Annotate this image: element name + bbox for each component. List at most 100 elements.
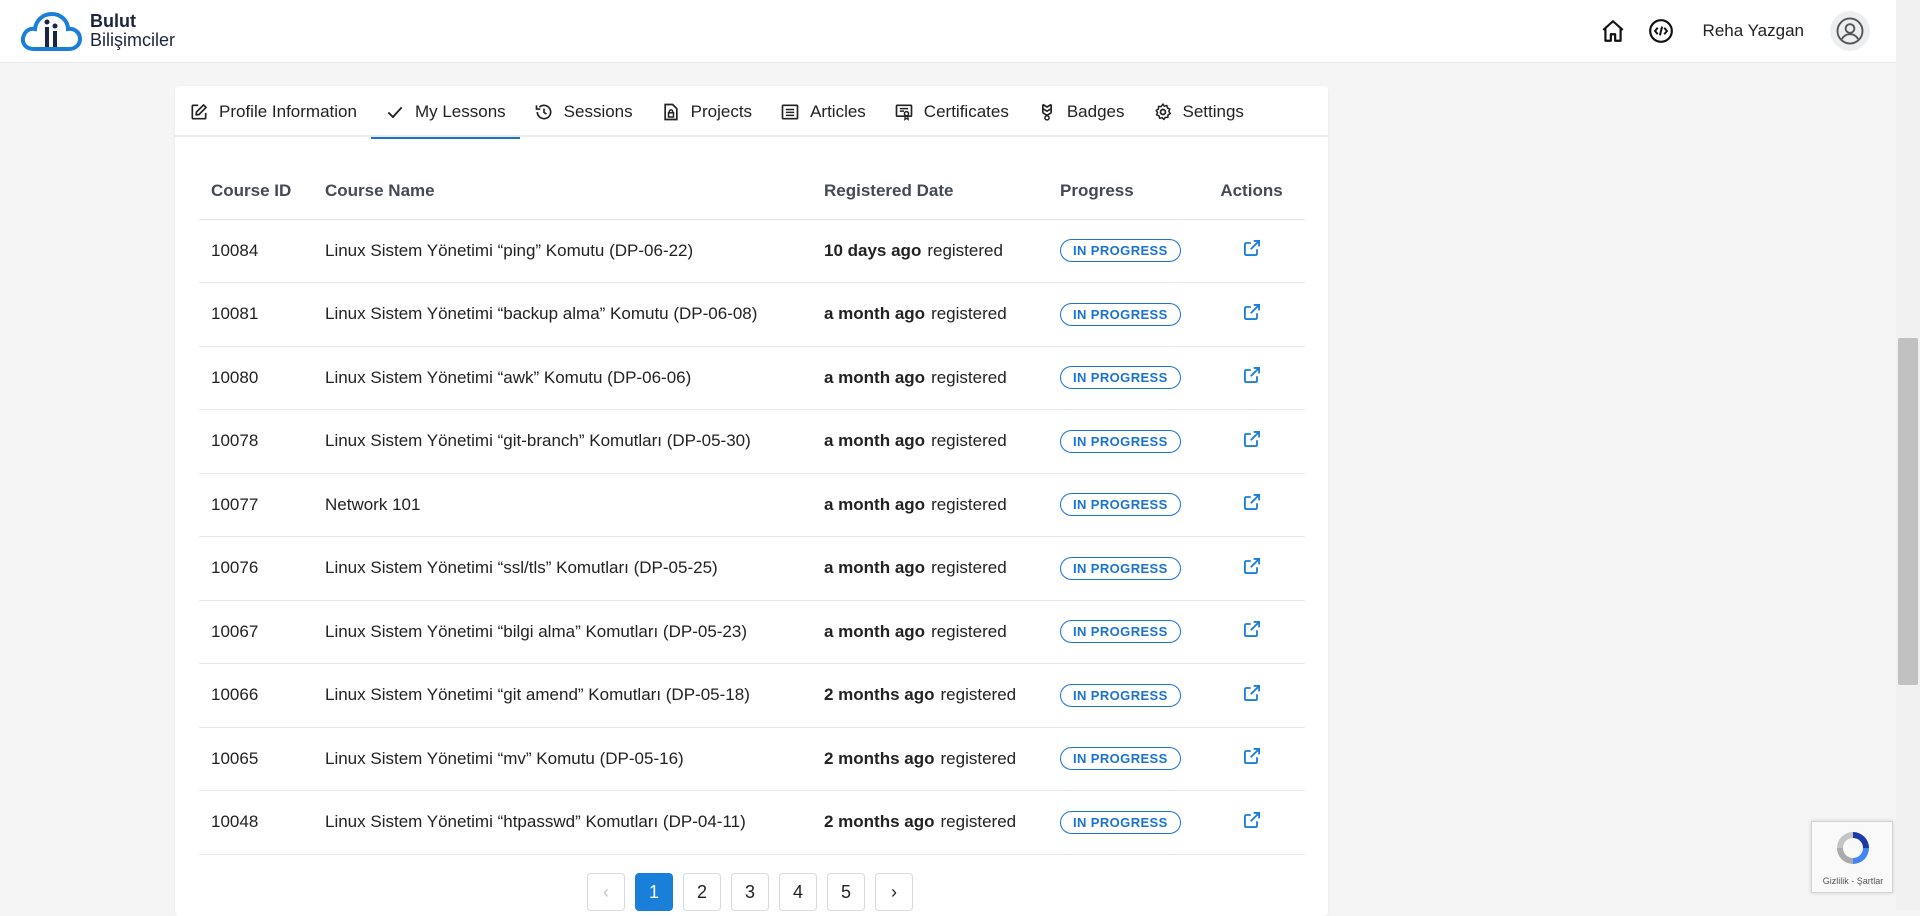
brand-logo[interactable]: Bulut Bilişimciler [18, 7, 175, 55]
course-id-cell: 10080 [199, 346, 313, 410]
open-course-button[interactable] [1242, 302, 1262, 322]
recaptcha-badge[interactable]: Gizlilik - Şartlar [1811, 821, 1893, 893]
badge-icon [1041, 103, 1052, 121]
tab-my-lessons[interactable]: My Lessons [370, 86, 520, 139]
actions-cell [1198, 473, 1305, 537]
course-id-cell: 10081 [199, 282, 313, 347]
open-course-button[interactable] [1242, 492, 1262, 512]
tab-certificates[interactable]: Certificates [880, 86, 1023, 137]
registered-date-cell: 2 months ago registered [812, 790, 1048, 855]
top-navbar: Bulut Bilişimciler Reha Yazgan [0, 0, 1896, 63]
table-row: 10048 Linux Sistem Yönetimi “htpasswd” Ko… [199, 790, 1305, 855]
actions-cell [1198, 790, 1305, 855]
status-badge: IN PROGRESS [1060, 683, 1181, 707]
progress-cell: IN PROGRESS [1048, 790, 1198, 855]
table-row: 10081 Linux Sistem Yönetimi “backup alma”… [199, 282, 1305, 347]
page-1-button[interactable]: 1 [635, 873, 673, 911]
status-badge: IN PROGRESS [1060, 239, 1181, 263]
course-name-cell: Linux Sistem Yönetimi “mv” Komutu (DP-05… [313, 727, 812, 791]
tab-profile-information[interactable]: Profile Information [175, 86, 371, 137]
profile-tabs: Profile Information My Lessons Sessions … [175, 86, 1328, 139]
course-name-cell: Linux Sistem Yönetimi “awk” Komutu (DP-0… [313, 346, 812, 410]
tab-settings[interactable]: Settings [1139, 86, 1258, 137]
folder-lock-icon [663, 103, 678, 120]
brand-name: Bulut Bilişimciler [90, 12, 175, 50]
page-4-button[interactable]: 4 [779, 873, 817, 911]
column-header-registered-date: Registered Date [812, 163, 1048, 220]
avatar[interactable] [1830, 11, 1870, 51]
status-badge: IN PROGRESS [1060, 747, 1181, 771]
recaptcha-terms-link[interactable]: Gizlilik - Şartlar [1812, 876, 1894, 886]
registered-suffix: registered [931, 558, 1007, 578]
tab-badges[interactable]: Badges [1023, 86, 1139, 137]
pagination-prev-button[interactable]: ‹ [587, 873, 625, 911]
tab-sessions[interactable]: Sessions [520, 86, 647, 137]
pagination-next-button[interactable]: › [875, 873, 913, 911]
tab-label: Articles [810, 101, 866, 121]
registered-date-value: 2 months ago [824, 812, 935, 832]
registered-suffix: registered [931, 431, 1007, 451]
actions-cell [1198, 346, 1305, 410]
code-icon[interactable] [1647, 17, 1675, 45]
list-icon [781, 104, 799, 119]
tab-articles[interactable]: Articles [766, 86, 880, 137]
edit-icon [191, 103, 207, 119]
page-2-button[interactable]: 2 [683, 873, 721, 911]
actions-cell [1198, 600, 1305, 664]
registered-date-cell: a month ago registered [812, 600, 1048, 664]
open-course-button[interactable] [1242, 810, 1262, 830]
navbar-actions: Reha Yazgan [1599, 8, 1896, 54]
course-id-cell: 10076 [199, 536, 313, 601]
column-header-progress: Progress [1048, 163, 1198, 220]
external-link-icon [1243, 684, 1260, 701]
registered-date-cell: a month ago registered [812, 536, 1048, 601]
registered-suffix: registered [931, 367, 1007, 387]
cloud-logo-icon [20, 11, 83, 51]
course-name-cell: Linux Sistem Yönetimi “git amend” Komutl… [313, 663, 812, 728]
tab-label: Certificates [923, 101, 1009, 121]
course-name-cell: Linux Sistem Yönetimi “backup alma” Komu… [313, 282, 812, 347]
actions-cell [1198, 409, 1305, 474]
registered-date-cell: 2 months ago registered [812, 663, 1048, 728]
open-course-button[interactable] [1242, 429, 1262, 449]
open-course-button[interactable] [1242, 746, 1262, 766]
tab-projects[interactable]: Projects [647, 86, 766, 137]
pagination: ‹ 1 2 3 4 5 › [587, 873, 923, 911]
open-course-button[interactable] [1242, 619, 1262, 639]
external-link-icon [1243, 748, 1260, 765]
course-id-cell: 10048 [199, 790, 313, 855]
registered-date-cell: a month ago registered [812, 346, 1048, 410]
open-course-button[interactable] [1242, 683, 1262, 703]
tab-label: Profile Information [219, 101, 357, 121]
tab-label: Projects [690, 101, 753, 121]
page-scrollbar-thumb[interactable] [1898, 338, 1918, 685]
open-course-button[interactable] [1242, 556, 1262, 576]
status-badge: IN PROGRESS [1060, 366, 1181, 390]
registered-suffix: registered [931, 494, 1007, 514]
open-course-button[interactable] [1242, 238, 1262, 258]
registered-suffix: registered [940, 748, 1017, 768]
course-name-cell: Linux Sistem Yönetimi “ping” Komutu (DP-… [313, 219, 812, 283]
page-3-button[interactable]: 3 [731, 873, 769, 911]
progress-cell: IN PROGRESS [1048, 282, 1198, 347]
status-badge: IN PROGRESS [1060, 429, 1181, 453]
course-id-cell: 10077 [199, 473, 313, 537]
table-row: 10084 Linux Sistem Yönetimi “ping” Komutu… [199, 219, 1305, 283]
gear-icon [1154, 102, 1171, 120]
page-5-button[interactable]: 5 [827, 873, 865, 911]
actions-cell [1198, 219, 1305, 283]
course-name-cell: Linux Sistem Yönetimi “bilgi alma” Komut… [313, 600, 812, 664]
status-badge: IN PROGRESS [1060, 493, 1181, 517]
actions-cell [1198, 282, 1305, 347]
table-row: 10066 Linux Sistem Yönetimi “git amend” K… [199, 663, 1305, 728]
external-link-icon [1243, 240, 1260, 257]
open-course-button[interactable] [1242, 365, 1262, 385]
lessons-card: Profile Information My Lessons Sessions … [175, 86, 1328, 916]
table-row: 10077 Network 101 a month ago registered IN … [199, 473, 1305, 537]
course-id-cell: 10078 [199, 409, 313, 474]
registered-suffix: registered [940, 685, 1017, 705]
user-name[interactable]: Reha Yazgan [1703, 21, 1804, 41]
home-icon[interactable] [1599, 17, 1627, 45]
registered-date-value: 10 days ago [824, 240, 922, 260]
status-badge: IN PROGRESS [1060, 620, 1181, 644]
